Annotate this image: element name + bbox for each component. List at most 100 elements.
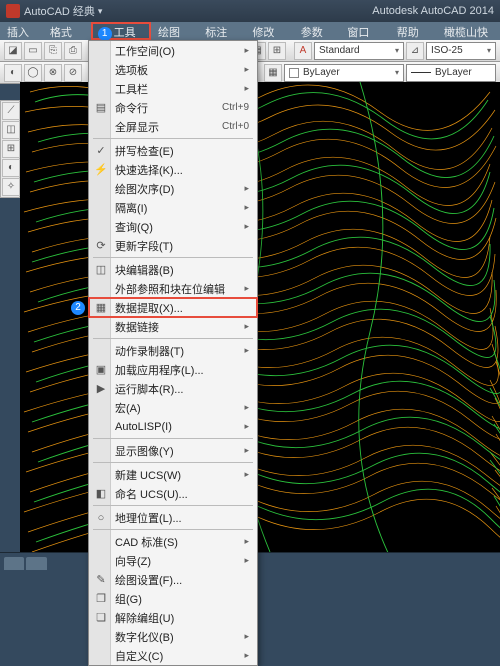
menu-entry-shortcut: Ctrl+0 bbox=[222, 121, 249, 132]
menu-entry-label: 绘图设置(F)... bbox=[115, 572, 249, 588]
menu-entry[interactable]: 绘图次序(D)▸ bbox=[89, 179, 257, 198]
tool-icon[interactable]: A bbox=[294, 42, 312, 60]
menu-entry-icon bbox=[93, 534, 109, 550]
menu-entry-icon bbox=[93, 419, 109, 435]
menu-entry-icon bbox=[93, 443, 109, 459]
tool-icon[interactable]: ⎙ bbox=[64, 42, 82, 60]
menu-entry-label: 命令行 bbox=[115, 100, 222, 116]
menu-entry-icon bbox=[93, 62, 109, 78]
style-combo[interactable]: Standard▾ bbox=[314, 42, 404, 60]
menu-entry-icon: ✓ bbox=[93, 143, 109, 159]
tool-icon[interactable]: ▭ bbox=[24, 42, 42, 60]
tool-icon[interactable]: ⊘ bbox=[64, 64, 82, 82]
app-title: Autodesk AutoCAD 2014 bbox=[372, 5, 494, 17]
menu-entry[interactable]: 向导(Z)▸ bbox=[89, 551, 257, 570]
submenu-arrow-icon: ▸ bbox=[244, 631, 249, 642]
menu-item[interactable]: 帮助(H) bbox=[390, 22, 437, 40]
tool-icon[interactable]: ⊞ bbox=[2, 140, 20, 158]
menu-entry[interactable]: 宏(A)▸ bbox=[89, 398, 257, 417]
menu-entry-label: 加载应用程序(L)... bbox=[115, 362, 249, 378]
menu-item[interactable]: 参数(P) bbox=[294, 22, 341, 40]
tool-icon[interactable]: ▦ bbox=[264, 64, 282, 82]
menu-entry-label: 块编辑器(B) bbox=[115, 262, 249, 278]
menu-entry-icon: ⟳ bbox=[93, 238, 109, 254]
menu-entry[interactable]: AutoLISP(I)▸ bbox=[89, 417, 257, 436]
menu-entry-icon bbox=[93, 119, 109, 135]
layout-tab[interactable] bbox=[26, 557, 46, 570]
menu-entry[interactable]: 数字化仪(B)▸ bbox=[89, 627, 257, 646]
menu-entry[interactable]: 显示图像(Y)▸ bbox=[89, 441, 257, 460]
menu-item[interactable]: 1工具(T) bbox=[91, 22, 151, 40]
linetype-combo[interactable]: ByLayer bbox=[406, 64, 496, 82]
submenu-arrow-icon: ▸ bbox=[244, 202, 249, 213]
menu-entry[interactable]: ❐组(G) bbox=[89, 589, 257, 608]
menu-entry-label: 数字化仪(B) bbox=[115, 629, 244, 645]
menu-entry[interactable]: ▤命令行Ctrl+9 bbox=[89, 98, 257, 117]
tool-icon[interactable]: ⊞ bbox=[268, 42, 286, 60]
menu-entry-label: 组(G) bbox=[115, 591, 249, 607]
menu-entry[interactable]: 自定义(C)▸ bbox=[89, 646, 257, 665]
menu-entry[interactable]: 全屏显示Ctrl+0 bbox=[89, 117, 257, 136]
workspace-dropdown-icon[interactable]: ▾ bbox=[98, 6, 103, 17]
menu-entry[interactable]: 动作录制器(T)▸ bbox=[89, 341, 257, 360]
tool-icon[interactable]: ◪ bbox=[4, 42, 22, 60]
tool-icon[interactable]: ⎘ bbox=[44, 42, 62, 60]
tool-icon[interactable]: ✧ bbox=[2, 178, 20, 196]
menu-entry-icon: ▶ bbox=[93, 381, 109, 397]
menu-entry[interactable]: 工作空间(O)▸ bbox=[89, 41, 257, 60]
menu-entry[interactable]: ◧命名 UCS(U)... bbox=[89, 484, 257, 503]
tool-icon[interactable]: ◫ bbox=[2, 121, 20, 139]
menu-entry-label: 新建 UCS(W) bbox=[115, 467, 244, 483]
dim-combo[interactable]: ISO-25▾ bbox=[426, 42, 496, 60]
menu-item[interactable]: 格式(O) bbox=[43, 22, 91, 40]
menu-entry-label: 宏(A) bbox=[115, 400, 244, 416]
layer-color-combo[interactable]: ByLayer▾ bbox=[284, 64, 404, 82]
menu-entry[interactable]: 查询(Q)▸ bbox=[89, 217, 257, 236]
menu-entry[interactable]: ⚡快速选择(K)... bbox=[89, 160, 257, 179]
menu-entry[interactable]: ⟳ 更新字段(T) bbox=[89, 236, 257, 255]
submenu-arrow-icon: ▸ bbox=[244, 64, 249, 75]
menu-item[interactable]: 绘图(D) bbox=[151, 22, 198, 40]
menu-entry[interactable]: ✓拼写检查(E) bbox=[89, 141, 257, 160]
submenu-arrow-icon: ▸ bbox=[244, 283, 249, 294]
menu-entry[interactable]: 工具栏▸ bbox=[89, 79, 257, 98]
menu-entry[interactable]: ◫块编辑器(B) bbox=[89, 260, 257, 279]
menu-entry[interactable]: 选项板▸ bbox=[89, 60, 257, 79]
tool-icon[interactable]: ⊿ bbox=[406, 42, 424, 60]
titlebar: AutoCAD 经典 ▾ Autodesk AutoCAD 2014 bbox=[0, 0, 500, 22]
tool-icon[interactable]: ⟋ bbox=[2, 102, 20, 120]
menubar: 插入(I)格式(O)1工具(T)绘图(D)标注(N)修改(M)参数(P)窗口(W… bbox=[0, 22, 500, 40]
menu-item[interactable]: 插入(I) bbox=[0, 22, 43, 40]
menu-entry-label: 更新字段(T) bbox=[115, 238, 249, 254]
menu-entry[interactable]: ▣加载应用程序(L)... bbox=[89, 360, 257, 379]
menu-entry-icon: ▦ bbox=[93, 300, 109, 316]
menu-entry-label: 隔离(I) bbox=[115, 200, 244, 216]
menu-entry-label: 自定义(C) bbox=[115, 648, 244, 664]
menu-entry[interactable]: ▶运行脚本(R)... bbox=[89, 379, 257, 398]
tool-icon[interactable]: ◯ bbox=[24, 64, 42, 82]
menu-separator bbox=[93, 438, 253, 439]
menu-entry[interactable]: ✎绘图设置(F)... bbox=[89, 570, 257, 589]
menu-entry[interactable]: ○地理位置(L)... bbox=[89, 508, 257, 527]
menu-entry[interactable]: CAD 标准(S)▸ bbox=[89, 532, 257, 551]
menu-item[interactable]: 窗口(W) bbox=[340, 22, 389, 40]
tool-icon[interactable]: ⊗ bbox=[44, 64, 62, 82]
menu-entry[interactable]: 隔离(I)▸ bbox=[89, 198, 257, 217]
menu-entry-label: AutoLISP(I) bbox=[115, 421, 244, 433]
menu-entry-icon bbox=[93, 400, 109, 416]
tool-icon[interactable]: ◐ bbox=[2, 159, 20, 177]
tool-icon[interactable]: ◐ bbox=[4, 64, 22, 82]
menu-entry-label: 快速选择(K)... bbox=[115, 162, 249, 178]
menu-item[interactable]: 修改(M) bbox=[245, 22, 293, 40]
menu-entry[interactable]: ❏解除编组(U) bbox=[89, 608, 257, 627]
menu-item[interactable]: 标注(N) bbox=[198, 22, 245, 40]
model-tab[interactable] bbox=[4, 557, 24, 570]
menu-entry[interactable]: 数据链接▸ bbox=[89, 317, 257, 336]
callout-marker: 1 bbox=[98, 27, 112, 41]
submenu-arrow-icon: ▸ bbox=[244, 469, 249, 480]
menu-item[interactable]: 橄榄山快模 bbox=[437, 22, 500, 40]
menu-entry[interactable]: 新建 UCS(W)▸ bbox=[89, 465, 257, 484]
menu-entry-label: CAD 标准(S) bbox=[115, 534, 244, 550]
menu-entry[interactable]: 2▦数据提取(X)... bbox=[89, 298, 257, 317]
menu-entry[interactable]: 外部参照和块在位编辑▸ bbox=[89, 279, 257, 298]
